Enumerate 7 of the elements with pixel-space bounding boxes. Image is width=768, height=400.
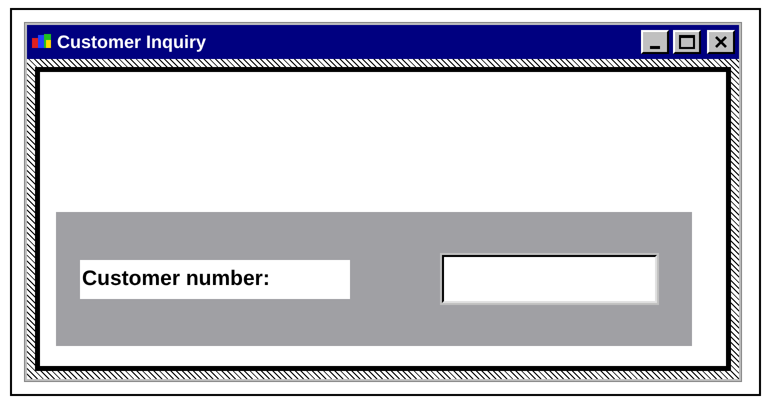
customer-number-field[interactable] <box>442 255 657 303</box>
maximize-button[interactable] <box>673 30 701 54</box>
minimize-button[interactable] <box>641 30 669 54</box>
window-title: Customer Inquiry <box>57 30 208 54</box>
field-label: Customer number: <box>80 260 350 298</box>
close-icon <box>714 36 728 48</box>
close-button[interactable] <box>707 30 735 54</box>
